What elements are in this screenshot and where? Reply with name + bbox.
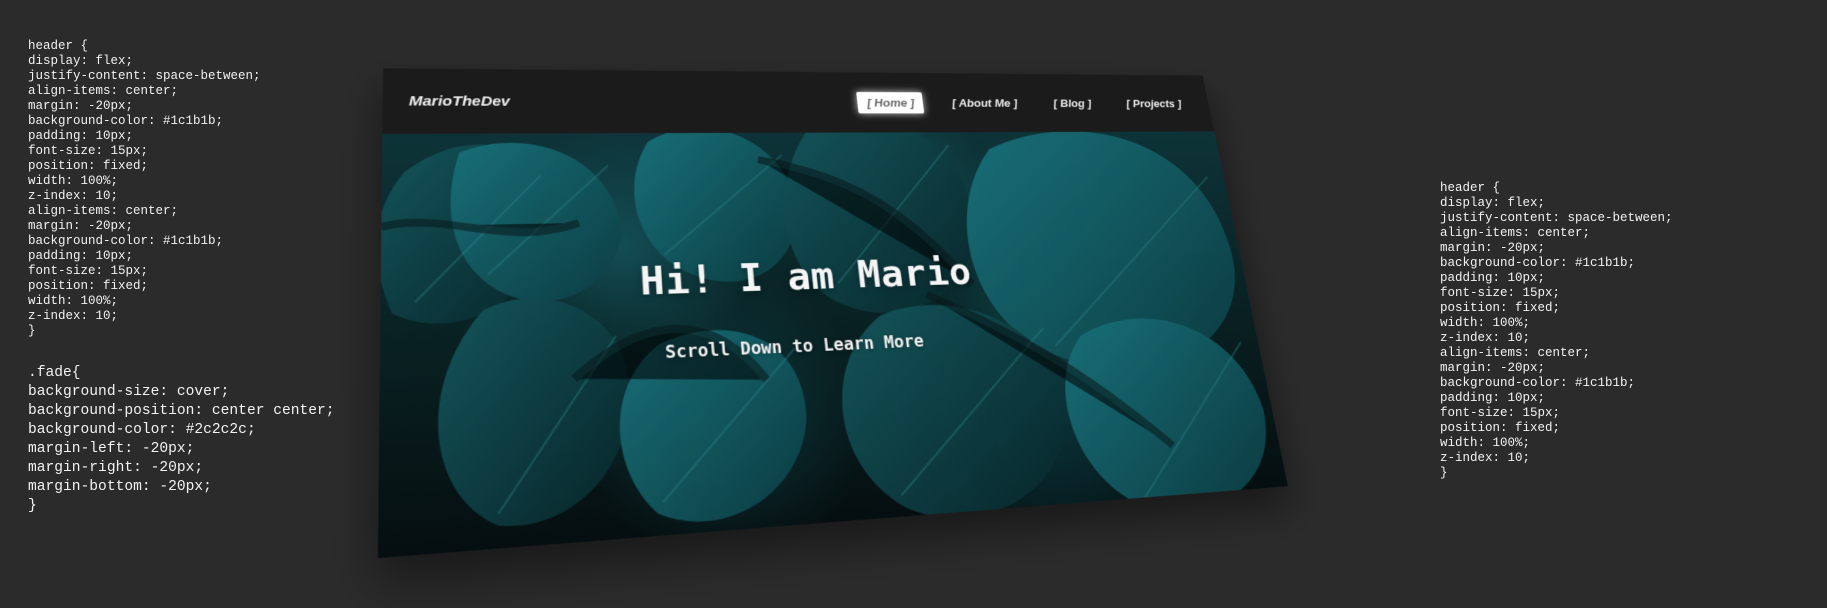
site-header: MarioTheDev [ Home ] [ About Me ] [ Blog… <box>382 68 1215 134</box>
website-mockup: MarioTheDev [ Home ] [ About Me ] [ Blog… <box>377 68 1288 559</box>
site-navigation: [ Home ] [ About Me ] [ Blog ] [ Project… <box>856 91 1191 114</box>
nav-projects-link[interactable]: [ Projects ] <box>1116 93 1191 113</box>
nav-home-link[interactable]: [ Home ] <box>856 91 925 114</box>
css-code-snippet-fade: .fade{ background-size: cover; backgroun… <box>28 365 335 514</box>
screenshot-canvas: header { display: flex; justify-content:… <box>0 0 1827 608</box>
site-brand[interactable]: MarioTheDev <box>409 93 510 109</box>
css-code-snippet-header-left: header { display: flex; justify-content:… <box>28 39 261 338</box>
hero-section: Hi! I am Mario Scroll Down to Learn More <box>377 131 1288 559</box>
css-code-snippet-header-right: header { display: flex; justify-content:… <box>1440 181 1673 480</box>
website-mockup-wrapper: MarioTheDev [ Home ] [ About Me ] [ Blog… <box>300 0 1400 608</box>
nav-about-link[interactable]: [ About Me ] <box>941 92 1027 113</box>
nav-blog-link[interactable]: [ Blog ] <box>1043 92 1101 113</box>
